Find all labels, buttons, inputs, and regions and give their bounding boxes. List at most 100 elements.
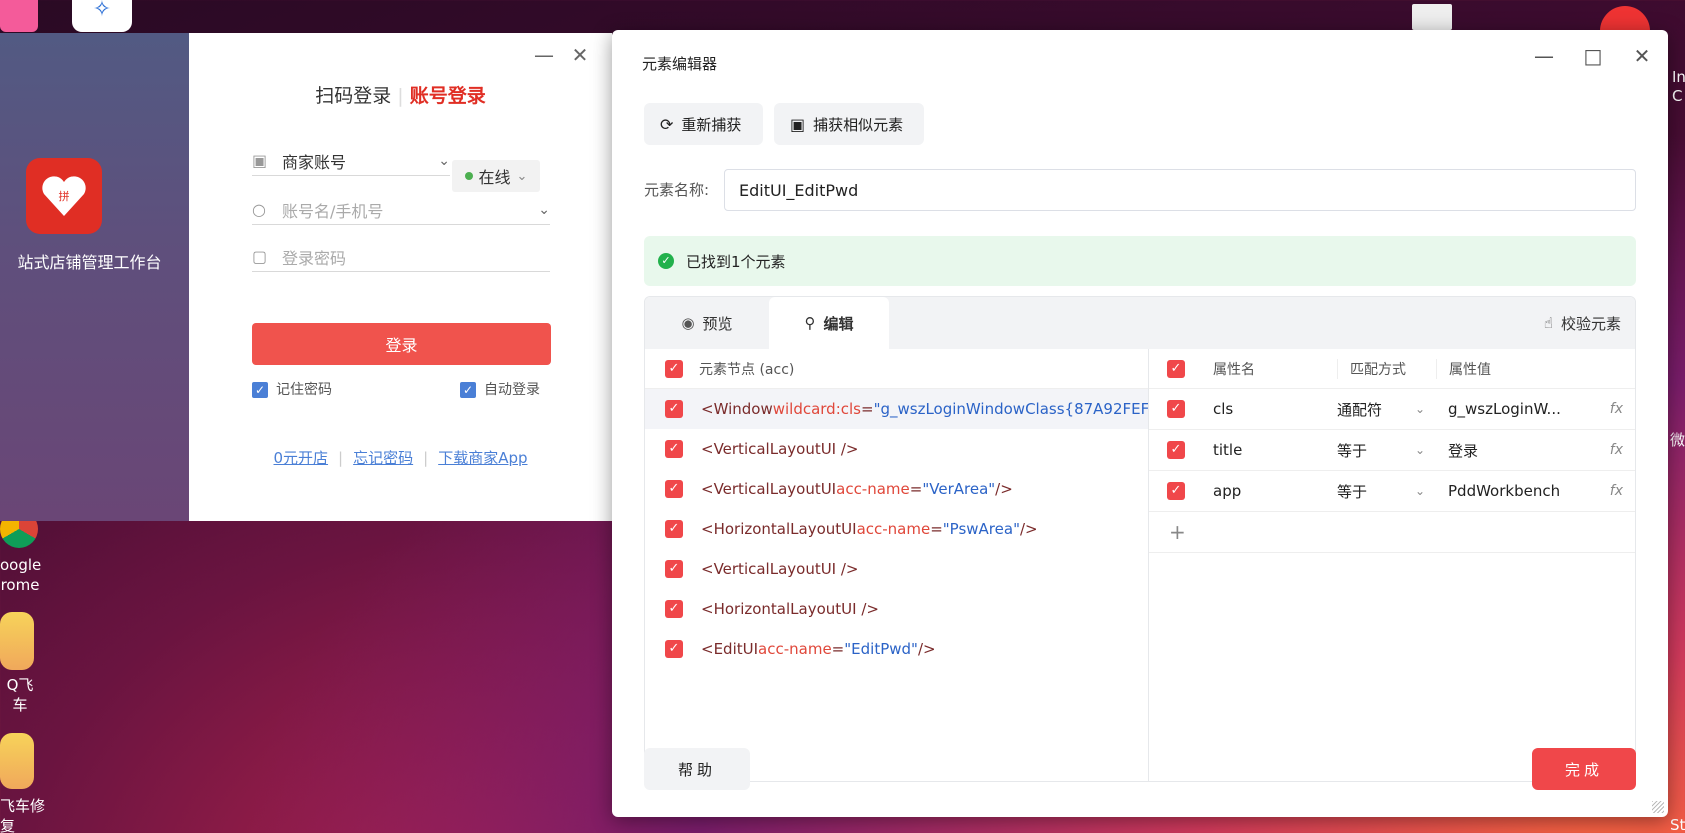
match-mode-select[interactable]: 等于 ⌄ [1337,440,1425,461]
match-mode-select[interactable]: 通配符 ⌄ [1337,399,1425,420]
login-minimize-button[interactable]: — [532,43,556,67]
login-close-button[interactable]: ✕ [568,43,592,67]
element-name-input[interactable]: EditUI_EditPwd [724,169,1636,211]
desktop-app-icon-top-left[interactable] [0,0,38,32]
tab-preview[interactable]: ◉ 预览 [645,297,769,349]
tab-scan-login[interactable]: 扫码登录 [315,85,391,107]
editor-tabbar: ◉ 预览 ⚲ 编辑 ☝ 校验元素 [645,297,1635,349]
tab-account-login[interactable]: 账号登录 [410,85,486,107]
property-row: ✓ app 等于 ⌄ PddWorkbench fx [1149,471,1635,512]
auto-login-label: 自动登录 [484,382,540,398]
node-attr-eq: = [930,520,943,538]
node-checkbox[interactable]: ✓ [665,560,683,578]
property-value-input[interactable]: PddWorkbench [1448,482,1563,500]
online-status-select[interactable]: 在线 ⌄ [452,160,540,192]
node-row[interactable]: ✓ <VerticalLayoutUI acc-name = "VerArea" /> [645,469,1148,509]
edge-label-1: In [1672,68,1685,86]
svg-text:拼: 拼 [59,189,70,203]
property-checkbox[interactable]: ✓ [1167,400,1185,418]
node-row[interactable]: ✓ <HorizontalLayoutUI acc-name = "PswArea" … [645,509,1148,549]
select-all-props-checkbox[interactable]: ✓ [1167,359,1185,378]
node-header-label: 元素节点 (acc) [699,361,795,378]
check-circle-icon: ✓ [658,253,674,269]
editor-maximize-button[interactable]: □ [1578,44,1608,68]
username-placeholder: 账号名/手机号 [282,201,384,221]
desktop-app-icon-gl[interactable]: ✧ [72,0,132,32]
desktop-file-icon[interactable] [1412,4,1452,30]
node-row[interactable]: ✓ <Window wildcard:cls = "g_wszLoginWindowC… [645,389,1148,429]
chevron-down-icon: ⌄ [1414,484,1425,498]
remember-password-checkbox[interactable]: ✓ 记住密码 [252,379,332,399]
repair-tool-label[interactable]: 飞车修复 工具 [0,796,52,833]
property-row: ✓ title 等于 ⌄ 登录 fx [1149,430,1635,471]
chevron-down-icon: ⌄ [1414,443,1425,457]
node-tag: <VerticalLayoutUI /> [701,560,859,578]
found-message: 已找到1个元素 [686,252,786,271]
qq-speed-label[interactable]: Q飞车 [0,675,40,715]
node-attr-eq: = [909,480,923,498]
editor-close-button[interactable]: ✕ [1627,44,1657,68]
login-mode-tabs: 扫码登录 | 账号登录 [189,81,612,108]
fx-icon[interactable]: fx [1610,483,1623,499]
chevron-down-icon[interactable]: ⌄ [538,202,550,218]
node-checkbox[interactable]: ✓ [665,520,683,538]
property-checkbox[interactable]: ✓ [1167,441,1185,459]
username-input[interactable]: ○ 账号名/手机号 ⌄ [252,195,550,225]
online-dot-icon [464,172,473,180]
node-tag: <Window [701,400,773,418]
user-icon: ○ [252,200,266,219]
auto-login-checkbox[interactable]: ✓ 自动登录 [460,379,540,399]
recapture-button[interactable]: ⟳ 重新捕获 [644,103,763,145]
property-checkbox[interactable]: ✓ [1167,482,1185,500]
node-checkbox[interactable]: ✓ [665,600,683,618]
desktop-app-icon-red[interactable] [1600,6,1650,32]
capture-similar-button[interactable]: ▣ 捕获相似元素 [774,103,924,145]
node-row[interactable]: ✓ <VerticalLayoutUI /> [645,429,1148,469]
chevron-down-icon: ⌄ [516,168,528,184]
property-value-input[interactable]: 登录 [1448,440,1563,461]
chrome-label-line2: rome [0,576,40,594]
pdd-logo-icon: 拼 [26,158,102,234]
add-property-button[interactable]: + [1169,520,1186,544]
checkbox-checked-icon: ✓ [460,382,476,398]
password-input[interactable]: ▢ 登录密码 [252,242,550,272]
node-row[interactable]: ✓ <VerticalLayoutUI /> [645,549,1148,589]
verify-element-button[interactable]: ☝ 校验元素 [1544,297,1621,349]
open-store-link[interactable]: 0元开店 [274,449,329,467]
node-checkbox[interactable]: ✓ [665,480,683,498]
help-button[interactable]: 帮助 [644,748,750,790]
fx-icon[interactable]: fx [1610,442,1623,458]
node-attr-value: "PswArea" [942,520,1020,538]
login-button[interactable]: 登录 [252,323,551,365]
fx-icon[interactable]: fx [1610,401,1623,417]
property-value-input[interactable]: g_wszLoginW... [1448,400,1563,418]
chrome-label[interactable]: oogle rome [0,555,41,595]
qq-speed-icon[interactable] [0,612,34,670]
node-row[interactable]: ✓ <HorizontalLayoutUI /> [645,589,1148,629]
node-checkbox[interactable]: ✓ [665,400,683,418]
prop-value-header: 属性值 [1436,358,1491,379]
account-type-select[interactable]: ▣ 商家账号 ⌄ [252,146,450,176]
location-pin-icon: ⚲ [804,314,816,332]
download-app-link[interactable]: 下载商家App [438,449,527,467]
online-status-label: 在线 [478,168,511,187]
match-mode-value: 通配符 [1337,400,1383,419]
recapture-label: 重新捕获 [681,115,742,134]
editor-minimize-button[interactable]: — [1529,44,1559,68]
node-row[interactable]: ✓ <EditUI acc-name = "EditPwd" /> [645,629,1148,669]
element-editor-window: 元素编辑器 — □ ✕ ⟳ 重新捕获 ▣ 捕获相似元素 元素名称: EditUI_E… [612,30,1668,817]
login-window: 拼 站式店铺管理工作台 — ✕ 扫码登录 | 账号登录 ▣ 商家账号 ⌄ 在线 ⌄ … [0,33,612,521]
done-button[interactable]: 完成 [1532,748,1636,790]
resize-grip-icon[interactable] [1652,801,1664,813]
node-checkbox[interactable]: ✓ [665,640,683,658]
match-mode-select[interactable]: 等于 ⌄ [1337,481,1425,502]
edge-label-3: 微 [1670,431,1685,449]
forgot-password-link[interactable]: 忘记密码 [353,449,413,467]
account-type-value: 商家账号 [282,152,347,172]
repair-tool-icon[interactable] [0,733,34,789]
node-checkbox[interactable]: ✓ [665,440,683,458]
tab-edit[interactable]: ⚲ 编辑 [769,297,889,349]
property-name: app [1213,482,1242,500]
node-attr-value: "VerArea" [922,480,996,498]
select-all-nodes-checkbox[interactable]: ✓ [665,359,683,378]
